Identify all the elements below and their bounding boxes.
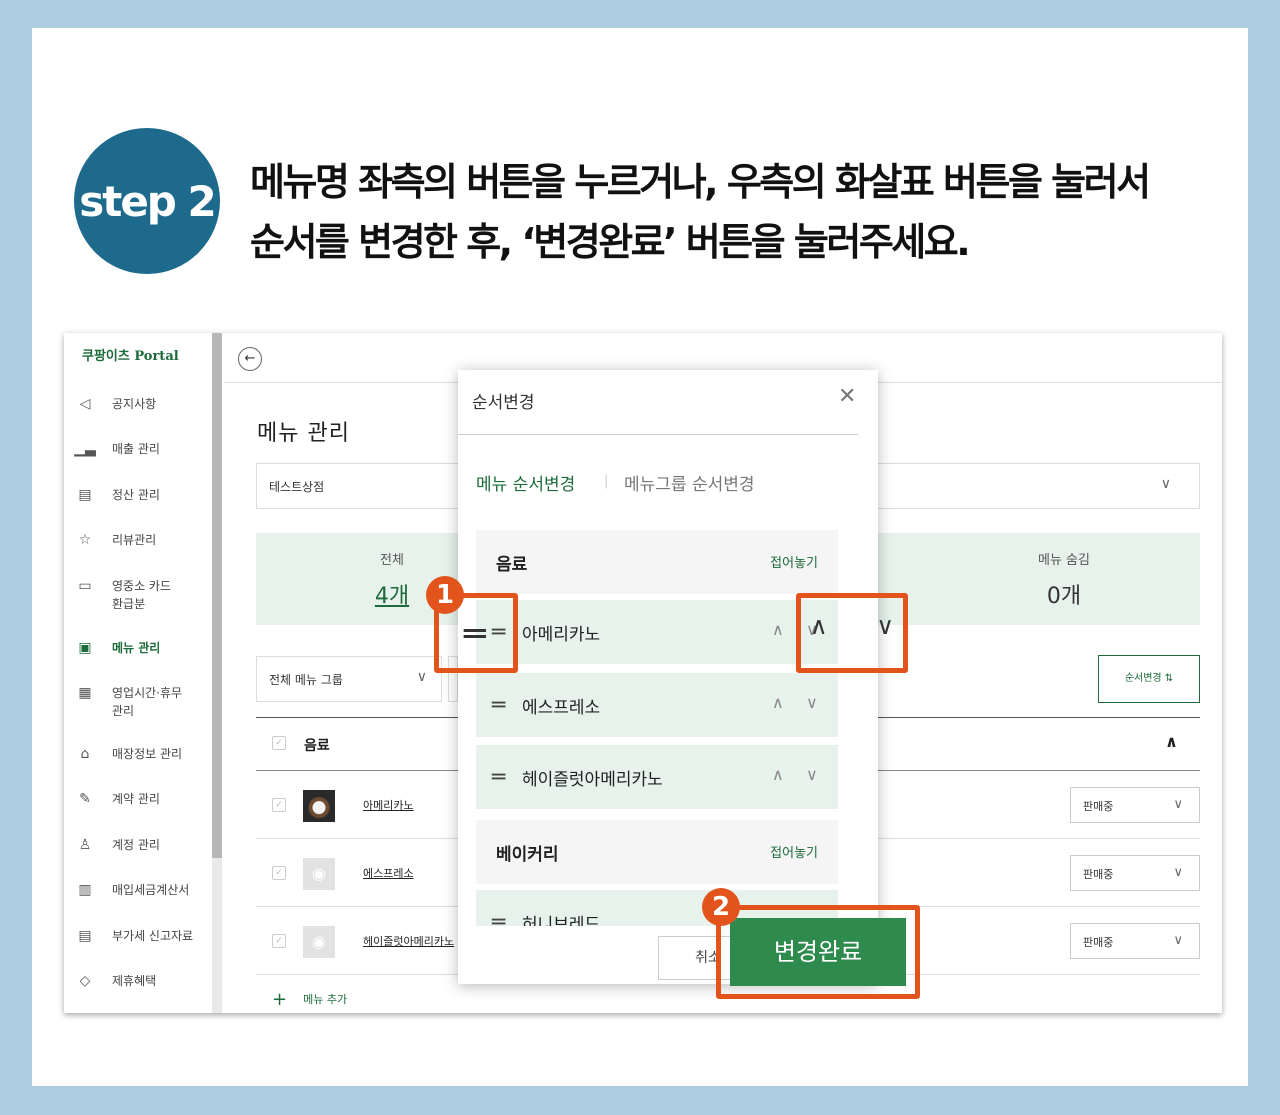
chevron-down-icon: ∨ [1173, 865, 1183, 880]
diamond-icon: ◇ [79, 973, 91, 989]
tab-menu-order[interactable]: 메뉴 순서변경 [476, 470, 575, 495]
group-checkbox[interactable]: ✓ [272, 736, 286, 750]
menu-name-link[interactable]: 에스프레소 [363, 865, 414, 881]
move-down-icon[interactable]: ∨ [806, 765, 818, 784]
reorder-item[interactable]: ═ 에스프레소 ∧ ∨ [476, 673, 838, 737]
move-up-icon[interactable]: ∧ [772, 620, 784, 639]
close-icon[interactable]: ✕ [838, 384, 856, 409]
reorder-modal: 순서변경 ✕ 메뉴 순서변경 | 메뉴그룹 순서변경 음료 접어놓기 ═ 아메리… [458, 370, 878, 984]
sidebar-item-menu[interactable]: ▣ 메뉴 관리 [74, 639, 214, 657]
sidebar-item-settlement[interactable]: ▤ 정산 관리 [74, 486, 214, 504]
camera-icon: ◉ [303, 858, 335, 890]
portal-logo[interactable]: 쿠팡이츠 Portal [82, 345, 179, 364]
reorder-list[interactable]: 음료 접어놓기 ═ 아메리카노 ∧ ∨ ═ 에스프레소 ∧ ∨ ═ 헤이즐럿아메… [476, 530, 838, 926]
sidebar-item-review[interactable]: ☆ 리뷰관리 [74, 531, 214, 549]
status-select[interactable]: 판매중 ∨ [1070, 923, 1200, 959]
arrow-left-icon: ← [244, 351, 256, 366]
menu-name-link[interactable]: 헤이즐럿아메리카노 [363, 933, 454, 949]
highlight-arrows [796, 593, 908, 673]
sidebar-item-benefits[interactable]: ◇ 제휴혜택 [74, 972, 214, 990]
row-checkbox[interactable]: ✓ [272, 866, 286, 880]
instruction-line-2: 순서를 변경한 후, ‘변경완료’ 버튼을 눌러주세요. [250, 220, 971, 264]
status-select[interactable]: 판매중 ∨ [1070, 787, 1200, 823]
group-header-bakery: 베이커리 접어놓기 [476, 820, 838, 884]
drag-handle-icon[interactable]: ═ [492, 910, 505, 926]
megaphone-icon: ◁ [79, 396, 91, 412]
bar-chart-icon: ▁▃ [74, 441, 96, 457]
sidebar-item-store-info[interactable]: ⌂ 매장정보 관리 [74, 745, 214, 763]
highlight-confirm [716, 905, 920, 999]
sidebar-item-card-refund[interactable]: ▭ 영중소 카드 환급분 [74, 577, 214, 613]
chevron-down-icon: ∨ [1160, 476, 1171, 492]
calendar-icon: ▦ [78, 685, 92, 701]
move-down-icon[interactable]: ∨ [806, 693, 818, 712]
chevron-up-icon[interactable]: ∧ [1165, 732, 1178, 751]
sidebar-item-sales[interactable]: ▁▃ 매출 관리 [74, 440, 214, 458]
callout-number-1: 1 [426, 576, 464, 614]
tab-group-order[interactable]: 메뉴그룹 순서변경 [624, 470, 755, 495]
drag-handle-icon[interactable]: ═ [492, 693, 505, 718]
instruction-text: 메뉴명 좌측의 버튼을 누르거나, 우측의 화살표 버튼을 눌러서 순서를 변경… [250, 152, 1240, 272]
stat-hidden: 메뉴 숨김 0개 [1038, 553, 1090, 609]
sidebar-item-invoice[interactable]: ▥ 매입세금계산서 [74, 881, 214, 899]
divider [458, 434, 858, 435]
collapse-link[interactable]: 접어놓기 [770, 552, 818, 571]
sidebar: 쿠팡이츠 Portal ◁ 공지사항 ▁▃ 매출 관리 ▤ 정산 관리 ☆ 리뷰관리 ▭… [64, 333, 212, 1013]
menu-book-icon: ▣ [78, 640, 92, 656]
chevron-down-icon: ∨ [416, 669, 427, 685]
chevron-down-icon: ∨ [1173, 797, 1183, 812]
add-menu-button[interactable]: + 메뉴 추가 [272, 989, 347, 1010]
sidebar-item-hours[interactable]: ▦ 영업시간·휴무 관리 [74, 684, 214, 720]
tab-separator: | [604, 474, 609, 489]
card-icon: ▭ [78, 578, 92, 594]
sidebar-item-account[interactable]: ♙ 계정 관리 [74, 836, 214, 854]
page-title: 메뉴 관리 [257, 421, 350, 446]
callout-number-2: 2 [702, 888, 740, 926]
plus-icon: + [272, 989, 288, 1010]
row-checkbox[interactable]: ✓ [272, 934, 286, 948]
menu-photo [303, 790, 335, 822]
user-icon: ♙ [78, 837, 92, 853]
document-icon: ▤ [78, 928, 92, 944]
menu-name-link[interactable]: 아메리카노 [363, 797, 414, 813]
star-icon: ☆ [78, 532, 92, 548]
row-checkbox[interactable]: ✓ [272, 798, 286, 812]
store-icon: ⌂ [80, 746, 90, 762]
chevron-down-icon: ∨ [1173, 933, 1183, 948]
sidebar-item-vat[interactable]: ▤ 부가세 신고자료 [74, 927, 214, 945]
sidebar-item-notice[interactable]: ◁ 공지사항 [74, 395, 214, 413]
reorder-item[interactable]: ═ 아메리카노 ∧ ∨ [476, 600, 838, 664]
sidebar-scroll-thumb[interactable] [212, 333, 222, 858]
instruction-line-1: 메뉴명 좌측의 버튼을 누르거나, 우측의 화살표 버튼을 눌러서 [250, 160, 1151, 204]
calculator-icon: ▥ [78, 882, 92, 898]
move-up-icon[interactable]: ∧ [772, 765, 784, 784]
settlement-icon: ▤ [78, 487, 92, 503]
contract-icon: ✎ [79, 791, 91, 807]
reorder-item[interactable]: ═ 헤이즐럿아메리카노 ∧ ∨ [476, 745, 838, 809]
move-up-icon[interactable]: ∧ [772, 693, 784, 712]
group-header-drinks: 음료 접어놓기 [476, 530, 838, 594]
reorder-button[interactable]: 순서변경 ⇅ [1098, 655, 1200, 703]
status-select[interactable]: 판매중 ∨ [1070, 855, 1200, 891]
modal-title: 순서변경 [472, 393, 535, 413]
step-badge: step 2 [74, 128, 220, 274]
collapse-link[interactable]: 접어놓기 [770, 842, 818, 861]
back-button[interactable]: ← [238, 347, 262, 371]
menu-group-select[interactable]: 전체 메뉴 그룹 ∨ [256, 656, 442, 702]
sidebar-item-contract[interactable]: ✎ 계약 관리 [74, 790, 214, 808]
drag-handle-icon[interactable]: ═ [492, 765, 505, 790]
camera-icon: ◉ [303, 926, 335, 958]
